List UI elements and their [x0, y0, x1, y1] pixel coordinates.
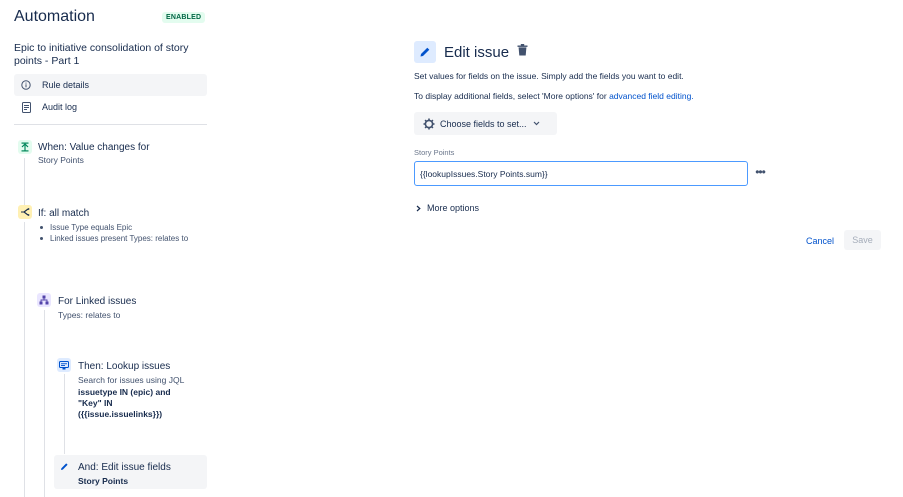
field-more-actions-icon[interactable]: •••: [752, 164, 768, 180]
gear-icon: [423, 118, 435, 130]
flow-connector: [24, 222, 25, 497]
condition-list: Issue Type equals Epic Linked issues pre…: [38, 222, 208, 244]
story-points-label: Story Points: [414, 148, 455, 157]
description-text: Set values for fields on the issue. Simp…: [414, 71, 684, 81]
story-points-input[interactable]: [414, 161, 748, 186]
step-title: And: Edit issue fields: [78, 462, 171, 473]
step-detail: Search for issues using JQL: [78, 375, 185, 385]
edit-issue-panel: Edit issue Set values for fields on the …: [215, 0, 903, 497]
pencil-icon: [414, 41, 436, 63]
sidebar-item-audit-log[interactable]: Audit log: [14, 96, 207, 118]
trigger-step[interactable]: When: Value changes for Story Points: [14, 138, 207, 174]
panel-header: Edit issue: [414, 41, 528, 63]
pencil-icon: [57, 459, 71, 473]
chevron-down-icon: [533, 121, 540, 126]
sidebar-nav: Rule details Audit log: [14, 74, 207, 118]
status-badge: ENABLED: [162, 12, 206, 23]
lookup-step[interactable]: Then: Lookup issues Search for issues us…: [54, 355, 207, 425]
sidebar-divider: [14, 124, 207, 125]
condition-step[interactable]: If: all match Issue Type equals Epic Lin…: [14, 202, 207, 262]
trash-icon[interactable]: [517, 43, 528, 61]
sidebar-item-label: Audit log: [42, 102, 78, 112]
step-title: For Linked issues: [58, 296, 137, 307]
lookup-icon: [57, 358, 71, 372]
rule-sidebar: Automation ENABLED Epic to initiative co…: [0, 0, 215, 497]
chevron-right-icon: [416, 205, 421, 212]
more-options-toggle[interactable]: More options: [416, 203, 479, 213]
advanced-field-editing-link[interactable]: advanced field editing.: [609, 91, 694, 101]
branch-condition-icon: [18, 205, 32, 219]
more-options-label: More options: [427, 203, 480, 213]
step-detail: Story Points: [38, 155, 84, 165]
app-title: Automation: [14, 8, 95, 25]
sidebar-item-label: Rule details: [42, 80, 90, 90]
sidebar-item-rule-details[interactable]: Rule details: [14, 74, 207, 96]
jql-query: issuetype IN (epic) and "Key" IN ({{issu…: [78, 387, 171, 419]
condition-item: Linked issues present Types: relates to: [38, 233, 208, 244]
page-title: Edit issue: [444, 43, 510, 61]
hierarchy-icon: [37, 293, 51, 307]
info-icon: [20, 79, 32, 91]
branch-step[interactable]: For Linked issues Types: relates to: [34, 290, 207, 326]
trigger-icon: [18, 140, 32, 154]
step-title: Then: Lookup issues: [78, 361, 171, 372]
edit-fields-step[interactable]: And: Edit issue fields Story Points: [54, 455, 207, 489]
rule-name: Epic to initiative consolidation of stor…: [14, 42, 189, 67]
cancel-button[interactable]: Cancel: [801, 231, 839, 250]
step-detail: Types: relates to: [58, 310, 121, 320]
step-title: When: Value changes for: [38, 142, 150, 153]
description-prefix: To display additional fields, select 'Mo…: [414, 91, 610, 101]
document-icon: [20, 101, 32, 113]
step-title: If: all match: [38, 208, 90, 219]
step-detail: Story Points: [78, 476, 129, 486]
save-button[interactable]: Save: [844, 230, 881, 250]
choose-fields-label: Choose fields to set...: [440, 118, 527, 129]
condition-item: Issue Type equals Epic: [38, 222, 208, 233]
choose-fields-button[interactable]: Choose fields to set...: [414, 112, 557, 135]
flow-connector: [44, 310, 45, 497]
description-text-2: To display additional fields, select 'Mo…: [414, 91, 694, 101]
